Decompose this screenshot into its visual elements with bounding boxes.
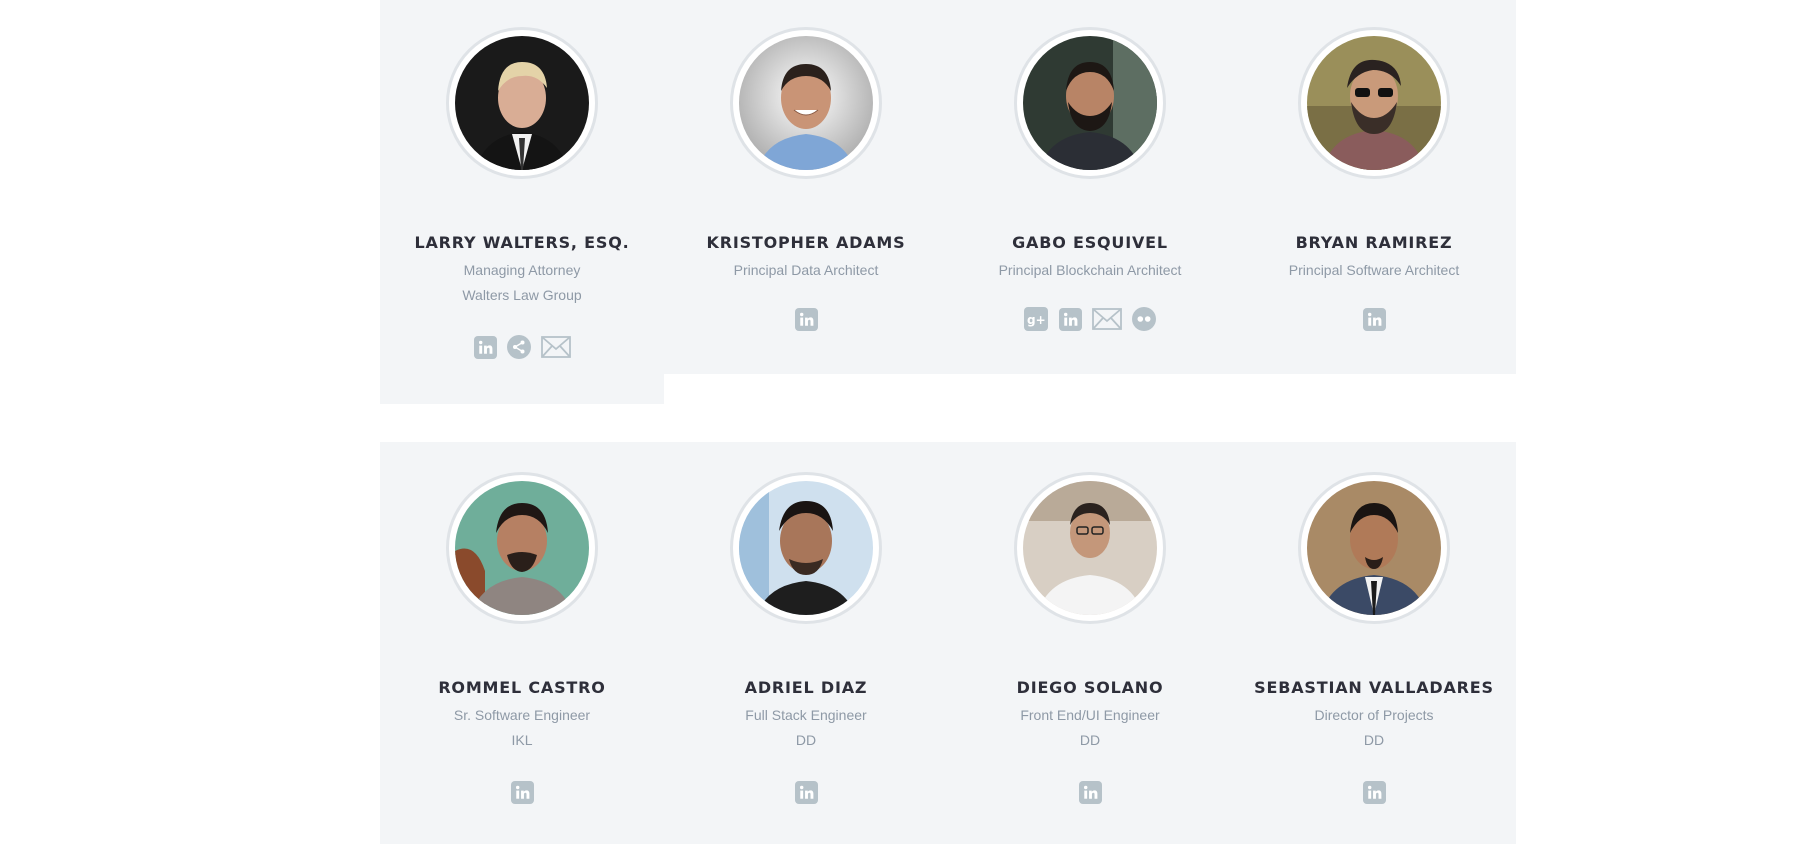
social-links: g+: [948, 307, 1232, 331]
flickr-icon[interactable]: [1132, 307, 1156, 331]
linkedin-icon[interactable]: [1078, 780, 1102, 804]
member-name: GABO ESQUIVEL: [1012, 233, 1168, 252]
linkedin-icon[interactable]: [1362, 307, 1386, 331]
avatar-frame: [1014, 27, 1166, 179]
member-title: Principal Blockchain Architect: [998, 262, 1182, 278]
mail-icon[interactable]: [1092, 307, 1122, 331]
avatar: [455, 36, 589, 170]
avatar: [1307, 36, 1441, 170]
member-name: SEBASTIAN VALLADARES: [1254, 678, 1494, 697]
member-title: Director of Projects: [1314, 707, 1434, 723]
team-member-card: GABO ESQUIVEL Principal Blockchain Archi…: [948, 0, 1232, 374]
linkedin-icon[interactable]: [1362, 780, 1386, 804]
member-name: ADRIEL DIAZ: [744, 678, 868, 697]
member-name: DIEGO SOLANO: [1016, 678, 1164, 697]
member-title: Principal Software Architect: [1288, 262, 1460, 278]
linkedin-icon[interactable]: [1058, 307, 1082, 331]
avatar-frame: [730, 27, 882, 179]
member-title: Sr. Software Engineer: [453, 707, 591, 723]
member-title: Front End/UI Engineer: [1020, 707, 1160, 723]
social-links: [664, 780, 948, 804]
member-company: Walters Law Group: [462, 287, 582, 303]
avatar: [739, 481, 873, 615]
avatar: [1023, 481, 1157, 615]
member-title: Managing Attorney: [463, 262, 581, 278]
member-company: DD: [795, 732, 817, 748]
team-member-card: BRYAN RAMIREZ Principal Software Archite…: [1232, 0, 1516, 374]
avatar-frame: [446, 472, 598, 624]
avatar-frame: [1298, 27, 1450, 179]
member-company: DD: [1363, 732, 1385, 748]
linkedin-icon[interactable]: [794, 780, 818, 804]
linkedin-icon[interactable]: [473, 335, 497, 359]
member-name: ROMMEL CASTRO: [438, 678, 606, 697]
mail-icon[interactable]: [541, 335, 571, 359]
social-links: [664, 307, 948, 331]
social-links: [380, 780, 664, 804]
team-member-card: ADRIEL DIAZ Full Stack Engineer DD: [664, 442, 948, 844]
team-member-card: KRISTOPHER ADAMS Principal Data Architec…: [664, 0, 948, 374]
svg-text:g+: g+: [1027, 313, 1046, 327]
google-plus-icon[interactable]: g+: [1024, 307, 1048, 331]
member-name: LARRY WALTERS, ESQ.: [414, 233, 630, 252]
avatar: [455, 481, 589, 615]
avatar-frame: [1014, 472, 1166, 624]
member-name: BRYAN RAMIREZ: [1295, 233, 1453, 252]
member-company: IKL: [511, 732, 533, 748]
member-title: Principal Data Architect: [733, 262, 879, 278]
linkedin-icon[interactable]: [510, 780, 534, 804]
social-links: [948, 780, 1232, 804]
member-name: KRISTOPHER ADAMS: [706, 233, 906, 252]
team-member-card: SEBASTIAN VALLADARES Director of Project…: [1232, 442, 1516, 844]
social-links: [1232, 307, 1516, 331]
share-icon[interactable]: [507, 335, 531, 359]
avatar: [739, 36, 873, 170]
avatar-frame: [1298, 472, 1450, 624]
member-company: DD: [1079, 732, 1101, 748]
avatar-frame: [730, 472, 882, 624]
avatar-frame: [446, 27, 598, 179]
linkedin-icon[interactable]: [794, 307, 818, 331]
social-links: [380, 335, 664, 359]
social-links: [1232, 780, 1516, 804]
team-member-card: ROMMEL CASTRO Sr. Software Engineer IKL: [380, 442, 664, 844]
avatar: [1307, 481, 1441, 615]
team-member-card: DIEGO SOLANO Front End/UI Engineer DD: [948, 442, 1232, 844]
member-title: Full Stack Engineer: [745, 707, 867, 723]
avatar: [1023, 36, 1157, 170]
team-member-card: LARRY WALTERS, ESQ. Managing Attorney Wa…: [380, 0, 664, 404]
